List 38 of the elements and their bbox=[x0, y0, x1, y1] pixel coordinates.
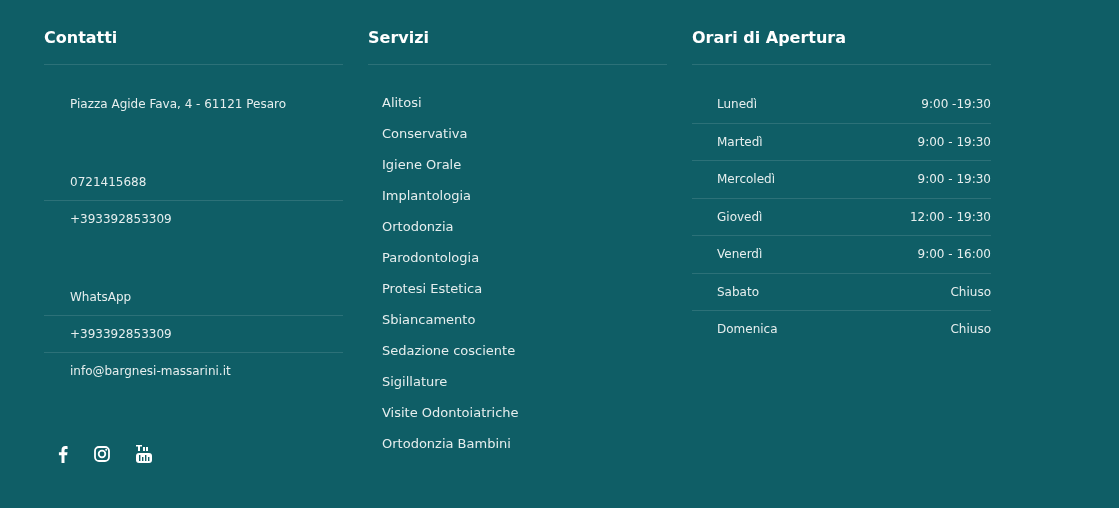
day-label: Venerdì bbox=[717, 247, 763, 262]
service-link[interactable]: Igiene Orale bbox=[382, 149, 462, 180]
service-link[interactable]: Ortodonzia Bambini bbox=[382, 428, 511, 459]
service-link[interactable]: Parodontologia bbox=[382, 242, 480, 273]
contact-text: WhatsApp bbox=[70, 289, 132, 304]
service-link[interactable]: Ortodonzia bbox=[382, 211, 454, 242]
service-link[interactable]: Sbiancamento bbox=[382, 304, 476, 335]
service-link[interactable]: Conservativa bbox=[382, 118, 468, 149]
column-heading: Servizi bbox=[368, 27, 429, 49]
day-label: Martedì bbox=[717, 134, 763, 149]
contact-text: Piazza Agide Fava, 4 - 61121 Pesaro bbox=[70, 96, 287, 111]
service-link[interactable]: Implantologia bbox=[382, 180, 471, 211]
youtube-icon[interactable] bbox=[136, 445, 152, 463]
instagram-icon[interactable] bbox=[94, 446, 110, 462]
opening-hours: 9:00 - 19:30 bbox=[917, 134, 991, 149]
day-label: Giovedì bbox=[717, 209, 763, 224]
day-label: Lunedì bbox=[717, 96, 758, 111]
contact-text: +393392853309 bbox=[70, 327, 172, 341]
column-heading: Contatti bbox=[44, 27, 118, 49]
day-label: Domenica bbox=[717, 322, 778, 337]
contact-text: info@bargnesi-massarini.it bbox=[70, 364, 231, 378]
opening-hours: 12:00 - 19:30 bbox=[909, 209, 991, 224]
opening-hours: Chiuso bbox=[950, 284, 991, 299]
service-link[interactable]: Alitosi bbox=[382, 87, 422, 118]
day-label: Sabato bbox=[717, 284, 759, 299]
opening-hours: 9:00 - 19:30 bbox=[917, 172, 991, 187]
opening-hours: 9:00 -19:30 bbox=[921, 96, 991, 111]
service-link[interactable]: Sedazione cosciente bbox=[382, 335, 516, 366]
contact-text: +393392853309 bbox=[70, 212, 172, 226]
contact-text: 0721415688 bbox=[70, 174, 147, 189]
facebook-icon[interactable] bbox=[58, 445, 68, 463]
service-link[interactable]: Visite Odontoiatriche bbox=[382, 397, 519, 428]
day-label: Mercoledì bbox=[717, 172, 775, 187]
opening-hours: Chiuso bbox=[950, 322, 991, 337]
service-link[interactable]: Protesi Estetica bbox=[382, 273, 483, 304]
opening-hours: 9:00 - 16:00 bbox=[917, 247, 991, 262]
column-heading: Orari di Apertura bbox=[692, 27, 847, 49]
service-link[interactable]: Sigillature bbox=[382, 366, 448, 397]
